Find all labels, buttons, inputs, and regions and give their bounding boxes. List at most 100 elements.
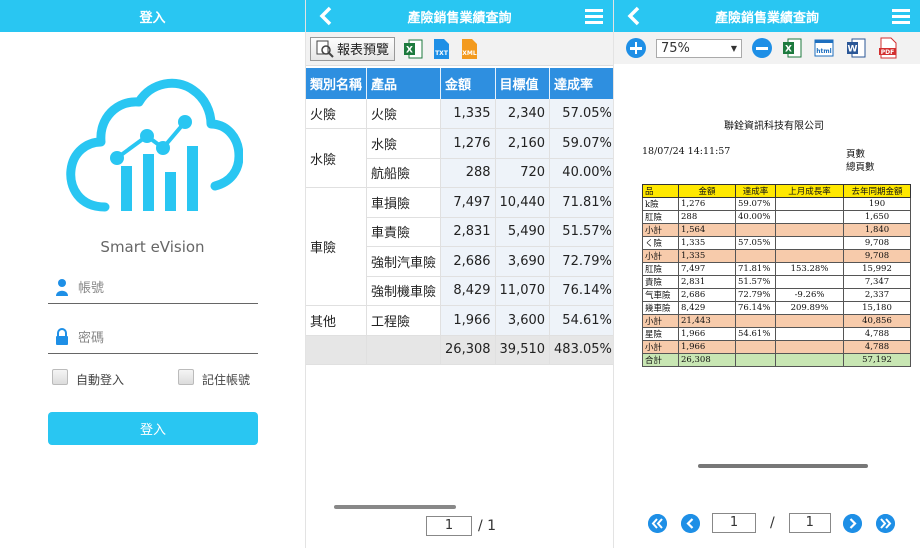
dropdown-arrow-icon: ▼ [730,43,737,53]
report-page-label: 頁數 [846,149,866,160]
page-total-label: / 1 [478,518,497,534]
page-number-input[interactable]: 1 [426,516,472,536]
rep-col-product: 品 [642,184,679,198]
preview-pager: 1 / 1 [648,513,895,533]
rep-cell-growth [775,197,844,211]
cell-rate: 71.81% [549,187,613,218]
col-rate[interactable]: 達成率 [549,68,613,99]
cell-target: 3,600 [495,305,551,336]
rep-cell-product: 肛險 [642,210,679,224]
password-field[interactable]: 密碼 [48,320,258,354]
preview-header: 產險銷售業績查詢 [614,0,920,32]
table-row[interactable]: 火險 火險 1,335 2,340 57.05% [306,99,613,129]
rep-cell-lastyear: 2,337 [843,288,911,302]
pdf-export-icon[interactable]: PDF [878,37,898,59]
preview-page-input[interactable]: 1 [712,513,756,533]
report-preview-button[interactable]: 報表預覽 [310,36,396,61]
total-empty-cell [306,335,368,365]
cell-rate: 57.05% [549,99,613,129]
rep-cell-rate: 51.57% [735,275,776,289]
rep-cell-product: 合計 [642,353,679,367]
rep-cell-amount: 288 [678,210,736,224]
next-page-icon[interactable] [842,513,862,533]
username-field[interactable]: 帳號 [48,270,258,304]
rep-cell-rate: 76.14% [735,301,776,315]
cell-rate: 72.79% [549,246,613,277]
txt-export-icon[interactable]: TXT [431,38,451,60]
zoom-value: 75% [661,40,690,56]
first-page-icon[interactable] [648,513,667,533]
rep-cell-lastyear: 190 [843,197,911,211]
cell-product: 車損險 [366,187,442,218]
report-row: 气車險 2,686 72.79% -9.26% 2,337 [642,288,911,302]
zoom-select[interactable]: 75% ▼ [656,38,742,58]
rep-col-lastyear: 去年同期金額 [843,184,911,198]
rep-col-amount: 金額 [678,184,736,198]
rep-cell-amount: 8,429 [678,301,736,315]
report-viewport: 聯銓資訊科技有限公司 18/07/24 14:11:57 頁數 總頁數 品 金額… [614,64,920,504]
report-header-row: 品 金額 達成率 上月成長率 去年同期金額 [642,184,911,198]
login-title: 登入 [139,10,166,26]
col-amount[interactable]: 金額 [440,68,496,99]
back-chevron-icon[interactable] [316,4,336,28]
rep-cell-rate: 57.05% [735,236,776,250]
cell-amount: 1,966 [440,305,496,336]
rep-cell-growth: 153.28% [775,262,844,276]
report-horizontal-scrollbar[interactable] [698,464,868,468]
html-export-icon[interactable]: html [814,37,834,59]
rep-cell-amount: 1,335 [678,236,736,250]
total-amount: 26,308 [440,335,496,365]
rep-col-growth: 上月成長率 [775,184,844,198]
cell-target: 10,440 [495,187,551,218]
total-rate: 483.05% [549,335,613,365]
table-row[interactable]: 水險 水險 1,276 2,160 59.07% [306,128,613,188]
rep-cell-product: 小計 [642,340,679,354]
excel-export-icon[interactable]: X [403,38,423,60]
remember-account-checkbox[interactable]: 記住帳號 [178,369,250,387]
table-row[interactable]: 其他 工程險 1,966 3,600 54.61% [306,305,613,336]
report-row: 責險 2,831 51.57% 7,347 [642,275,911,289]
cell-target: 720 [495,158,551,188]
prev-page-icon[interactable] [681,513,700,533]
svg-text:X: X [406,45,413,55]
report-row: 肛險 288 40.00% 1,650 [642,210,911,224]
menu-icon[interactable] [585,8,603,24]
back-chevron-icon[interactable] [624,4,644,28]
rep-cell-rate [735,353,776,367]
excel-export-icon[interactable]: X [782,37,802,59]
word-export-icon[interactable]: W [846,37,866,59]
rep-cell-growth [775,353,844,367]
report-company: 聯銓資訊科技有限公司 [724,121,824,132]
total-empty-cell [366,335,442,365]
horizontal-scrollbar[interactable] [334,505,456,509]
report-row: 幾車險 8,429 76.14% 209.89% 15,180 [642,301,911,315]
auto-login-checkbox[interactable]: 自動登入 [52,369,124,387]
zoom-out-icon[interactable] [752,38,772,58]
rep-cell-growth [775,327,844,341]
cell-product: 航船險 [366,158,442,188]
report-preview-label: 報表預覽 [337,43,390,58]
preview-page-total: 1 [788,513,831,533]
login-button[interactable]: 登入 [48,412,258,445]
report-datetime: 18/07/24 14:11:57 [642,146,731,157]
query-title: 產險銷售業績查詢 [407,10,512,26]
cell-rate: 59.07% [549,128,613,159]
lock-icon [56,327,68,345]
col-product[interactable]: 產品 [366,68,442,99]
last-page-icon[interactable] [875,513,895,533]
rep-cell-lastyear: 1,840 [843,223,911,237]
preview-page-separator: / [770,515,775,531]
menu-icon[interactable] [892,8,910,24]
col-target[interactable]: 目標值 [495,68,551,99]
auto-login-box[interactable] [52,369,68,385]
rep-cell-lastyear: 57,192 [843,353,911,367]
login-screen: 登入 Smart eVision 帳號 密碼 自動登入 記住帳號 登入 [0,0,305,548]
table-row[interactable]: 車險 車損險 7,497 10,440 71.81% [306,187,613,306]
report-row: く險 1,335 57.05% 9,708 [642,236,911,250]
xml-export-icon[interactable]: XML [459,38,479,60]
svg-text:W: W [848,45,858,55]
col-category[interactable]: 類別名稱 [306,68,368,99]
remember-account-box[interactable] [178,369,194,385]
zoom-in-icon[interactable] [626,38,646,58]
rep-cell-product: 責險 [642,275,679,289]
